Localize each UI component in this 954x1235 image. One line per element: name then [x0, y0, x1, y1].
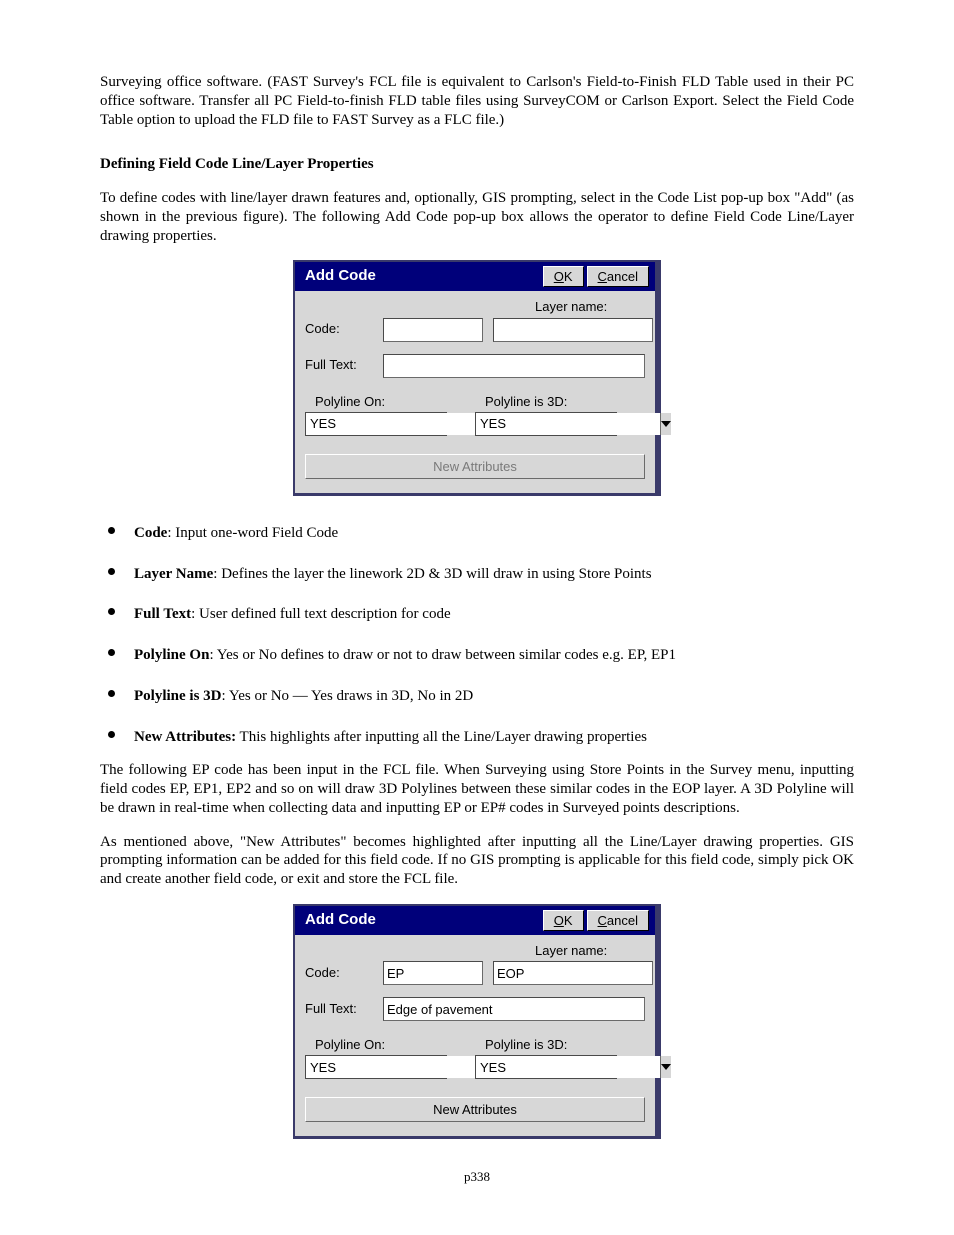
add-code-dialog-2: Add Code OK Cancel Code: Layer name: Ful…: [293, 904, 661, 1140]
dialog-title: Add Code: [305, 911, 540, 930]
ok-button[interactable]: OK: [543, 910, 584, 931]
code-label: Code:: [305, 321, 383, 337]
cancel-button[interactable]: Cancel: [587, 266, 649, 287]
dialog-titlebar: Add Code OK Cancel: [295, 906, 655, 935]
para-after-bullets: The following EP code has been input in …: [100, 761, 854, 817]
intro-paragraph: Surveying office software. (FAST Survey'…: [100, 73, 854, 129]
list-item: Code: Input one-word Field Code: [128, 516, 854, 543]
polyon-label: Polyline On:: [315, 1037, 475, 1053]
polyon-dropdown[interactable]: [305, 412, 447, 436]
layer-label: Layer name:: [535, 943, 645, 959]
dialog-title: Add Code: [305, 267, 540, 286]
polyon-value[interactable]: [306, 413, 490, 435]
list-item: New Attributes: This highlights after in…: [128, 720, 854, 747]
ok-button[interactable]: OK: [543, 266, 584, 287]
fulltext-label: Full Text:: [305, 1001, 383, 1017]
polyon-value[interactable]: [306, 1056, 490, 1078]
code-label: Code:: [305, 965, 383, 981]
list-item: Polyline is 3D: Yes or No — Yes draws in…: [128, 679, 854, 706]
poly3d-label: Polyline is 3D:: [485, 1037, 645, 1053]
section-heading: Defining Field Code Line/Layer Propertie…: [100, 155, 854, 174]
poly3d-dropdown[interactable]: [475, 1055, 617, 1079]
new-attributes-button[interactable]: New Attributes: [305, 454, 645, 479]
layer-input[interactable]: [493, 961, 653, 985]
cancel-button[interactable]: Cancel: [587, 910, 649, 931]
poly3d-label: Polyline is 3D:: [485, 394, 645, 410]
code-input[interactable]: [383, 318, 483, 342]
polyon-label: Polyline On:: [315, 394, 475, 410]
chevron-down-icon[interactable]: [660, 1056, 671, 1078]
fulltext-input[interactable]: [383, 354, 645, 378]
add-code-dialog-1: Add Code OK Cancel Code: Layer name: Ful…: [293, 260, 661, 496]
fulltext-label: Full Text:: [305, 357, 383, 373]
poly3d-value[interactable]: [476, 1056, 660, 1078]
page-number: p338: [100, 1169, 854, 1185]
list-item: Full Text: User defined full text descri…: [128, 597, 854, 624]
poly3d-value[interactable]: [476, 413, 660, 435]
new-attributes-button[interactable]: New Attributes: [305, 1097, 645, 1122]
list-item: Layer Name: Defines the layer the linewo…: [128, 557, 854, 584]
poly3d-dropdown[interactable]: [475, 412, 617, 436]
section-paragraph: To define codes with line/layer drawn fe…: [100, 189, 854, 245]
dialog-titlebar: Add Code OK Cancel: [295, 262, 655, 291]
layer-input[interactable]: [493, 318, 653, 342]
chevron-down-icon[interactable]: [660, 413, 671, 435]
code-input[interactable]: [383, 961, 483, 985]
para-before-dlg2: As mentioned above, "New Attributes" bec…: [100, 833, 854, 889]
field-list: Code: Input one-word Field Code Layer Na…: [100, 516, 854, 747]
polyon-dropdown[interactable]: [305, 1055, 447, 1079]
layer-label: Layer name:: [535, 299, 645, 315]
fulltext-input[interactable]: [383, 997, 645, 1021]
list-item: Polyline On: Yes or No defines to draw o…: [128, 638, 854, 665]
